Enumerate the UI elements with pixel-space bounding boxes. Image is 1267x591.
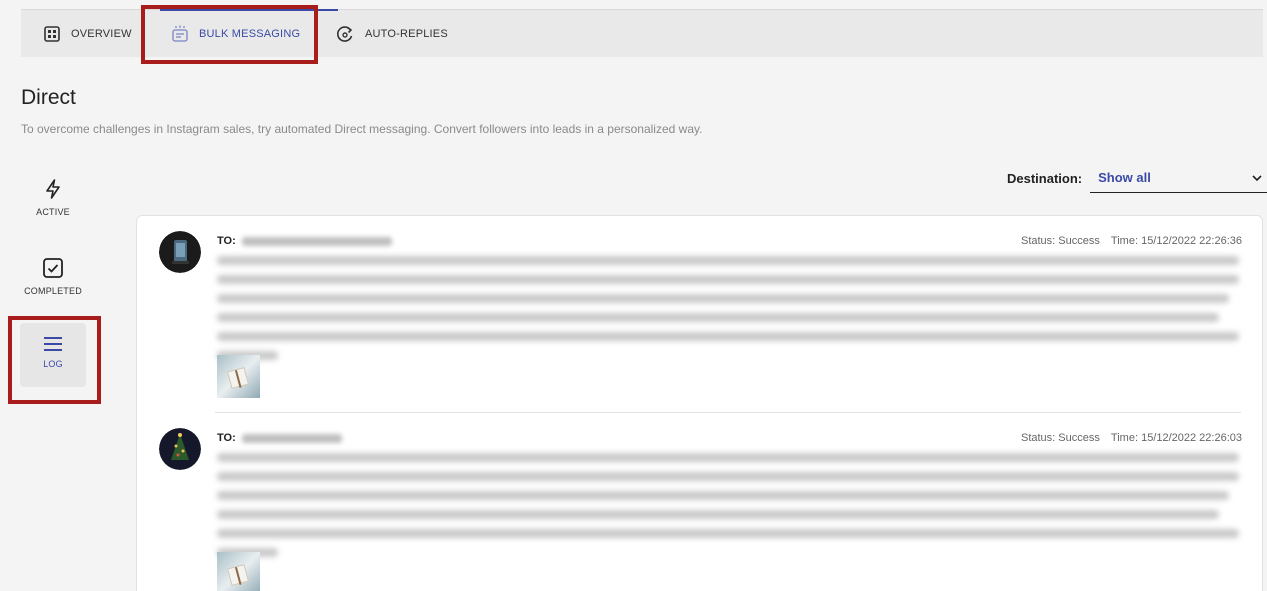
page-title: Direct (21, 86, 76, 109)
status-text: Status: Success (1020, 235, 1100, 247)
nav-item-completed-label: COMPLETED (24, 286, 82, 296)
status-text: Status: Success (1020, 432, 1100, 444)
auto-reply-icon (335, 24, 355, 44)
tab-overview[interactable]: OVERVIEW (43, 10, 132, 58)
checkbox-icon (42, 257, 64, 286)
entry-status: Status: Success Time: 15/12/2022 22:26:3… (1021, 235, 1242, 247)
chevron-down-icon (1252, 170, 1262, 185)
time-text: Time: 15/12/2022 22:26:03 (1110, 432, 1242, 444)
tab-auto-replies-label: AUTO-REPLIES (365, 28, 448, 40)
lightning-icon (42, 178, 64, 207)
page-subtitle: To overcome challenges in Instagram sale… (21, 122, 703, 136)
destination-filter: Destination: Show all (1007, 168, 1267, 193)
nav-item-active-label: ACTIVE (36, 207, 70, 217)
recipient-name-redacted (241, 433, 342, 443)
destination-select[interactable]: Show all (1090, 168, 1267, 193)
recipient-row: TO: (217, 235, 392, 247)
avatar (159, 231, 201, 273)
tab-overview-label: OVERVIEW (71, 28, 132, 40)
tab-bulk-messaging[interactable]: BULK MESSAGING (171, 10, 300, 58)
avatar (159, 428, 201, 470)
nav-item-log[interactable]: LOG (20, 323, 86, 387)
attachment-thumbnail[interactable] (217, 552, 260, 591)
tab-bulk-messaging-label: BULK MESSAGING (199, 28, 301, 40)
message-log-card: TO: Status: Success Time: 15/12/2022 22:… (136, 215, 1263, 591)
bulk-messaging-icon (171, 25, 189, 43)
message-text-redacted (217, 256, 1239, 370)
tab-auto-replies[interactable]: AUTO-REPLIES (335, 10, 448, 58)
entry-status: Status: Success Time: 15/12/2022 22:26:0… (1021, 432, 1242, 444)
entry-divider (215, 412, 1241, 413)
nav-item-log-label: LOG (43, 359, 63, 369)
time-text: Time: 15/12/2022 22:26:36 (1110, 235, 1242, 247)
recipient-label: TO: (217, 432, 236, 444)
dashboard-icon (43, 25, 61, 43)
message-text-redacted (217, 453, 1239, 567)
nav-item-completed[interactable]: COMPLETED (20, 257, 86, 296)
destination-value: Show all (1098, 169, 1151, 185)
attachment-thumbnail[interactable] (217, 355, 260, 398)
nav-item-active[interactable]: ACTIVE (20, 178, 86, 217)
recipient-label: TO: (217, 235, 236, 247)
destination-label: Destination: (1007, 171, 1083, 186)
recipient-name-redacted (241, 236, 392, 246)
top-tab-bar: OVERVIEW BULK MESSAGING AUTO-REPLIES (21, 9, 1263, 57)
recipient-row: TO: (217, 432, 342, 444)
menu-icon (42, 336, 64, 359)
